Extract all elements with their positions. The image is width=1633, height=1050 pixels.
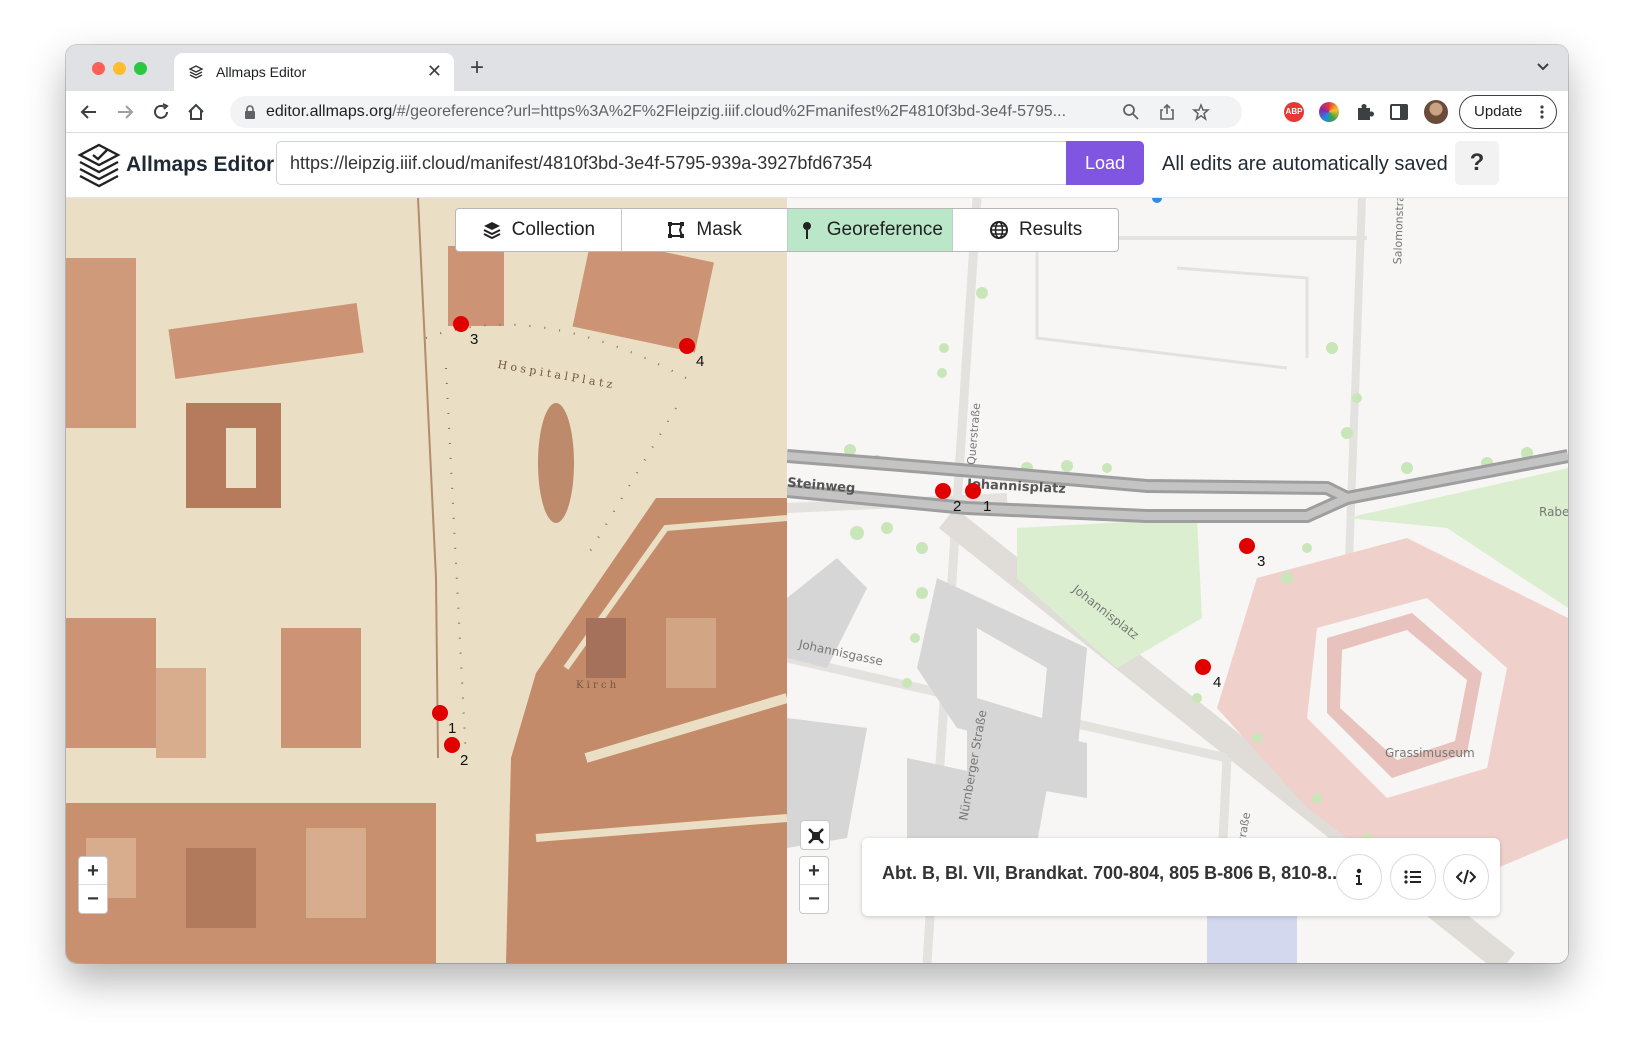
browser-toolbar: editor.allmaps.org/#/georeference?url=ht…: [66, 91, 1568, 133]
tab-search-chevron-icon[interactable]: [1536, 59, 1550, 73]
browser-window: Allmaps Editor ✕ + editor.allmaps.org/#/: [66, 45, 1568, 963]
left-zoom-in-button[interactable]: +: [79, 857, 107, 885]
adblock-extension-icon[interactable]: ABP: [1284, 102, 1304, 122]
gcp-marker-1[interactable]: [432, 705, 448, 721]
tab-mask-label: Mask: [696, 219, 742, 240]
gcp-label-1: 1: [448, 720, 457, 737]
gcp-marker-4[interactable]: [679, 338, 695, 354]
right-zoom-control: + −: [799, 856, 829, 914]
gcp-label-3-geo: 3: [1257, 553, 1266, 570]
tab-strip: Allmaps Editor ✕ +: [66, 45, 1568, 91]
browser-tab[interactable]: Allmaps Editor ✕: [174, 53, 454, 91]
right-zoom-in-button[interactable]: +: [800, 857, 828, 885]
info-icon: [1356, 868, 1362, 885]
kirch-label: K i r c h: [576, 680, 617, 691]
share-icon[interactable]: [1158, 103, 1176, 121]
gcp-label-4: 4: [696, 353, 705, 370]
bookmark-star-icon[interactable]: [1192, 103, 1210, 121]
close-tab-icon[interactable]: ✕: [427, 61, 442, 82]
tab-results-label: Results: [1018, 219, 1083, 240]
app-header: Allmaps Editor Load All edits are automa…: [66, 133, 1568, 198]
gcp-label-1-geo: 1: [983, 498, 992, 515]
historical-map-image: H o s p i t a l P l a t z K i r c h: [66, 198, 787, 963]
mode-tabs: Collection Mask Georeference Results: [455, 208, 1119, 252]
home-icon[interactable]: [185, 101, 207, 123]
close-window-button[interactable]: [92, 62, 105, 75]
gcp-label-2: 2: [460, 752, 469, 769]
map-title: Abt. B, Bl. VII, Brandkat. 700-804, 805 …: [882, 863, 1343, 883]
maximize-window-button[interactable]: [134, 62, 147, 75]
gcp-label-4-geo: 4: [1213, 674, 1222, 691]
tab-results[interactable]: Results: [953, 209, 1118, 251]
allmaps-logo-icon: [77, 143, 121, 188]
autosave-status: All edits are automatically saved: [1162, 153, 1448, 175]
extensions-puzzle-icon[interactable]: [1354, 101, 1376, 123]
tab-georeference[interactable]: Georeference: [787, 209, 954, 251]
gcp-label-3: 3: [470, 331, 479, 348]
list-button[interactable]: [1390, 854, 1436, 900]
gcp-marker-3-geo[interactable]: [1239, 538, 1255, 554]
tab-collection[interactable]: Collection: [456, 209, 622, 251]
app-title: Allmaps Editor: [126, 153, 275, 176]
grassimuseum-label: Grassimuseum: [1385, 746, 1475, 760]
gcp-marker-4-geo[interactable]: [1195, 659, 1211, 675]
right-zoom-out-button[interactable]: −: [800, 885, 828, 913]
rabe-label: Rabe: [1539, 505, 1568, 519]
reload-icon[interactable]: [150, 101, 172, 123]
url-text: editor.allmaps.org/#/georeference?url=ht…: [266, 103, 1067, 120]
lock-icon: [245, 105, 255, 119]
color-extension-icon[interactable]: [1319, 102, 1339, 122]
globe-icon: [989, 221, 1008, 239]
pin-icon: [802, 222, 811, 239]
side-panel-icon[interactable]: [1389, 102, 1409, 122]
code-button[interactable]: [1443, 854, 1489, 900]
gcp-marker-2[interactable]: [444, 737, 460, 753]
help-button[interactable]: ?: [1455, 141, 1499, 185]
left-zoom-control: + −: [78, 856, 108, 914]
layers-icon: [483, 222, 501, 240]
zoom-search-icon[interactable]: [1122, 103, 1140, 121]
tab-georeference-label: Georeference: [826, 219, 943, 240]
load-button[interactable]: Load: [1066, 141, 1144, 185]
kebab-menu-icon: [1540, 105, 1544, 119]
minimize-window-button[interactable]: [113, 62, 126, 75]
list-icon: [1404, 870, 1421, 884]
update-label: Update: [1474, 103, 1523, 120]
map-info-bar: Abt. B, Bl. VII, Brandkat. 700-804, 805 …: [862, 838, 1500, 916]
tab-mask[interactable]: Mask: [622, 209, 788, 251]
gcp-label-2-geo: 2: [953, 498, 962, 515]
gcp-marker-2-geo[interactable]: [935, 483, 951, 499]
address-bar[interactable]: editor.allmaps.org/#/georeference?url=ht…: [230, 96, 1242, 128]
info-button[interactable]: [1336, 854, 1382, 900]
mask-icon: [668, 222, 685, 238]
manifest-url-input[interactable]: [276, 141, 1068, 185]
tab-collection-label: Collection: [511, 219, 596, 240]
gcp-marker-3[interactable]: [453, 316, 469, 332]
tab-title: Allmaps Editor: [216, 64, 307, 80]
new-tab-icon[interactable]: +: [470, 54, 484, 82]
editor-content: H o s p i t a l P l a t z K i r c h 3 4 …: [66, 198, 1568, 963]
allmaps-favicon-icon: [188, 65, 204, 79]
forward-arrow-icon[interactable]: [114, 101, 136, 123]
update-button[interactable]: Update: [1459, 95, 1557, 129]
left-zoom-out-button[interactable]: −: [79, 885, 107, 913]
no-rotate-icon: [808, 828, 824, 844]
reset-rotation-button[interactable]: [800, 820, 830, 850]
back-arrow-icon[interactable]: [78, 101, 100, 123]
historical-map-pane[interactable]: H o s p i t a l P l a t z K i r c h 3 4 …: [66, 198, 787, 963]
code-icon: [1456, 869, 1476, 885]
gcp-marker-1-geo[interactable]: [965, 483, 981, 499]
profile-avatar[interactable]: [1424, 100, 1448, 124]
